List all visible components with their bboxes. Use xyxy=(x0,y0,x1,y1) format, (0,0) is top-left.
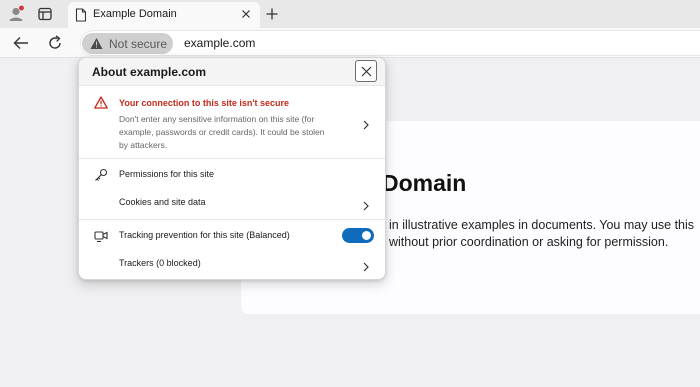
tracking-prevention-toggle[interactable] xyxy=(342,228,374,243)
tracking-prevention-icon xyxy=(94,229,108,243)
back-button[interactable] xyxy=(10,32,32,54)
popup-close-button[interactable] xyxy=(355,60,377,82)
warning-icon xyxy=(94,96,108,109)
plus-icon xyxy=(266,8,278,20)
tracking-prevention-label: Tracking prevention for this site (Balan… xyxy=(119,230,290,240)
tracking-prevention-row: Tracking prevention for this site (Balan… xyxy=(79,222,385,250)
page-body-line: without prior coordination or asking for… xyxy=(389,235,669,249)
popup-header: About example.com xyxy=(79,58,385,86)
site-info-popup: About example.com Your connection to thi… xyxy=(78,57,386,280)
cookies-label: Cookies and site data xyxy=(119,197,206,207)
tab-actions-icon[interactable] xyxy=(35,4,55,24)
url-text[interactable]: example.com xyxy=(184,36,255,50)
permissions-label: Permissions for this site xyxy=(119,169,215,179)
cookies-row[interactable]: Cookies and site data xyxy=(79,189,385,217)
popup-title: About example.com xyxy=(92,65,207,79)
permissions-row[interactable]: Permissions for this site xyxy=(79,161,385,189)
key-icon xyxy=(94,168,108,182)
divider xyxy=(79,219,385,220)
trackers-row[interactable]: Trackers (0 blocked) xyxy=(79,250,385,278)
refresh-button[interactable] xyxy=(44,32,66,54)
chevron-right-icon xyxy=(361,117,371,130)
toggle-knob xyxy=(362,231,371,240)
not-secure-label: Not secure xyxy=(109,37,168,51)
tab-strip: Example Domain xyxy=(0,0,700,28)
page-heading: Domain xyxy=(382,170,467,196)
tab-close-icon[interactable] xyxy=(238,6,254,22)
site-info-button[interactable]: Not secure xyxy=(82,33,173,54)
page-body-text: in illustrative examples in documents. Y… xyxy=(389,217,694,251)
new-tab-button[interactable] xyxy=(262,4,282,24)
page-body-line: in illustrative examples in documents. Y… xyxy=(389,218,695,232)
arrow-left-icon xyxy=(13,37,28,49)
warning-triangle-icon xyxy=(90,37,103,50)
tab-title: Example Domain xyxy=(93,8,177,20)
chevron-right-icon xyxy=(361,198,371,211)
address-bar[interactable] xyxy=(80,30,700,56)
close-icon xyxy=(361,66,371,76)
description-line: Don't enter any sensitive information on… xyxy=(119,114,315,124)
page-document-icon xyxy=(75,8,87,22)
refresh-icon xyxy=(49,35,61,49)
divider xyxy=(79,158,385,159)
description-line: by attackers. xyxy=(119,140,168,150)
trackers-label: Trackers (0 blocked) xyxy=(119,258,201,268)
tab-example-domain[interactable]: Example Domain xyxy=(68,2,260,28)
profile-icon[interactable] xyxy=(6,4,26,24)
connection-security-row[interactable]: Your connection to this site isn't secur… xyxy=(79,87,385,158)
description-line: example, passwords or credit cards). It … xyxy=(119,127,325,137)
security-warning-title: Your connection to this site isn't secur… xyxy=(119,98,290,108)
security-warning-description: Don't enter any sensitive information on… xyxy=(119,113,325,152)
chevron-right-icon xyxy=(361,259,371,272)
navigation-toolbar: Not secure example.com xyxy=(0,28,700,58)
